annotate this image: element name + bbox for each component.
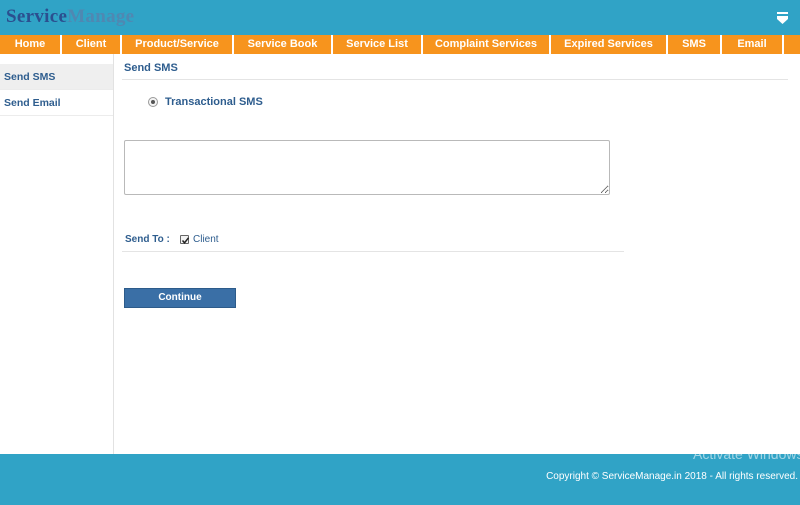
message-textarea[interactable] [124, 140, 610, 195]
nav-complaint-services[interactable]: Complaint Services [423, 35, 549, 54]
footer: Copyright © ServiceManage.in 2018 - All … [0, 454, 800, 505]
sidebar-item-send-sms[interactable]: Send SMS [0, 64, 113, 90]
nav-product-service[interactable]: Product/Service [122, 35, 232, 54]
sidebar-item-send-email[interactable]: Send Email [0, 90, 113, 116]
client-checkbox-label: Client [193, 234, 219, 245]
nav-expired-services[interactable]: Expired Services [551, 35, 666, 54]
nav-email[interactable]: Email [722, 35, 782, 54]
checkmark-icon [181, 237, 190, 244]
nav-service-list[interactable]: Service List [333, 35, 421, 54]
activate-windows-watermark: Activate Windows [693, 446, 800, 462]
transactional-sms-radio[interactable] [148, 97, 158, 107]
title-divider [122, 79, 788, 80]
sidebar: Send SMS Send Email [0, 54, 114, 454]
nav-service-book[interactable]: Service Book [234, 35, 331, 54]
logo-text-manage: Manage [67, 6, 135, 27]
nav-home[interactable]: Home [0, 35, 60, 54]
download-arrow-icon[interactable] [777, 12, 788, 25]
send-to-divider [122, 251, 624, 252]
main-nav: Home Client Product/Service Service Book… [0, 35, 800, 54]
continue-button[interactable]: Continue [124, 288, 236, 308]
logo[interactable]: ServiceManage [6, 6, 134, 28]
logo-text-service: Service [6, 6, 68, 27]
send-to-label: Send To : [125, 234, 170, 245]
copyright-text: Copyright © ServiceManage.in 2018 - All … [546, 471, 798, 482]
nav-client[interactable]: Client [62, 35, 120, 54]
nav-sms[interactable]: SMS [668, 35, 720, 54]
app-header: ServiceManage [0, 0, 800, 35]
page-title: Send SMS [124, 62, 178, 74]
client-checkbox[interactable] [180, 235, 190, 244]
nav-overflow [784, 35, 800, 54]
transactional-sms-label: Transactional SMS [165, 96, 263, 108]
